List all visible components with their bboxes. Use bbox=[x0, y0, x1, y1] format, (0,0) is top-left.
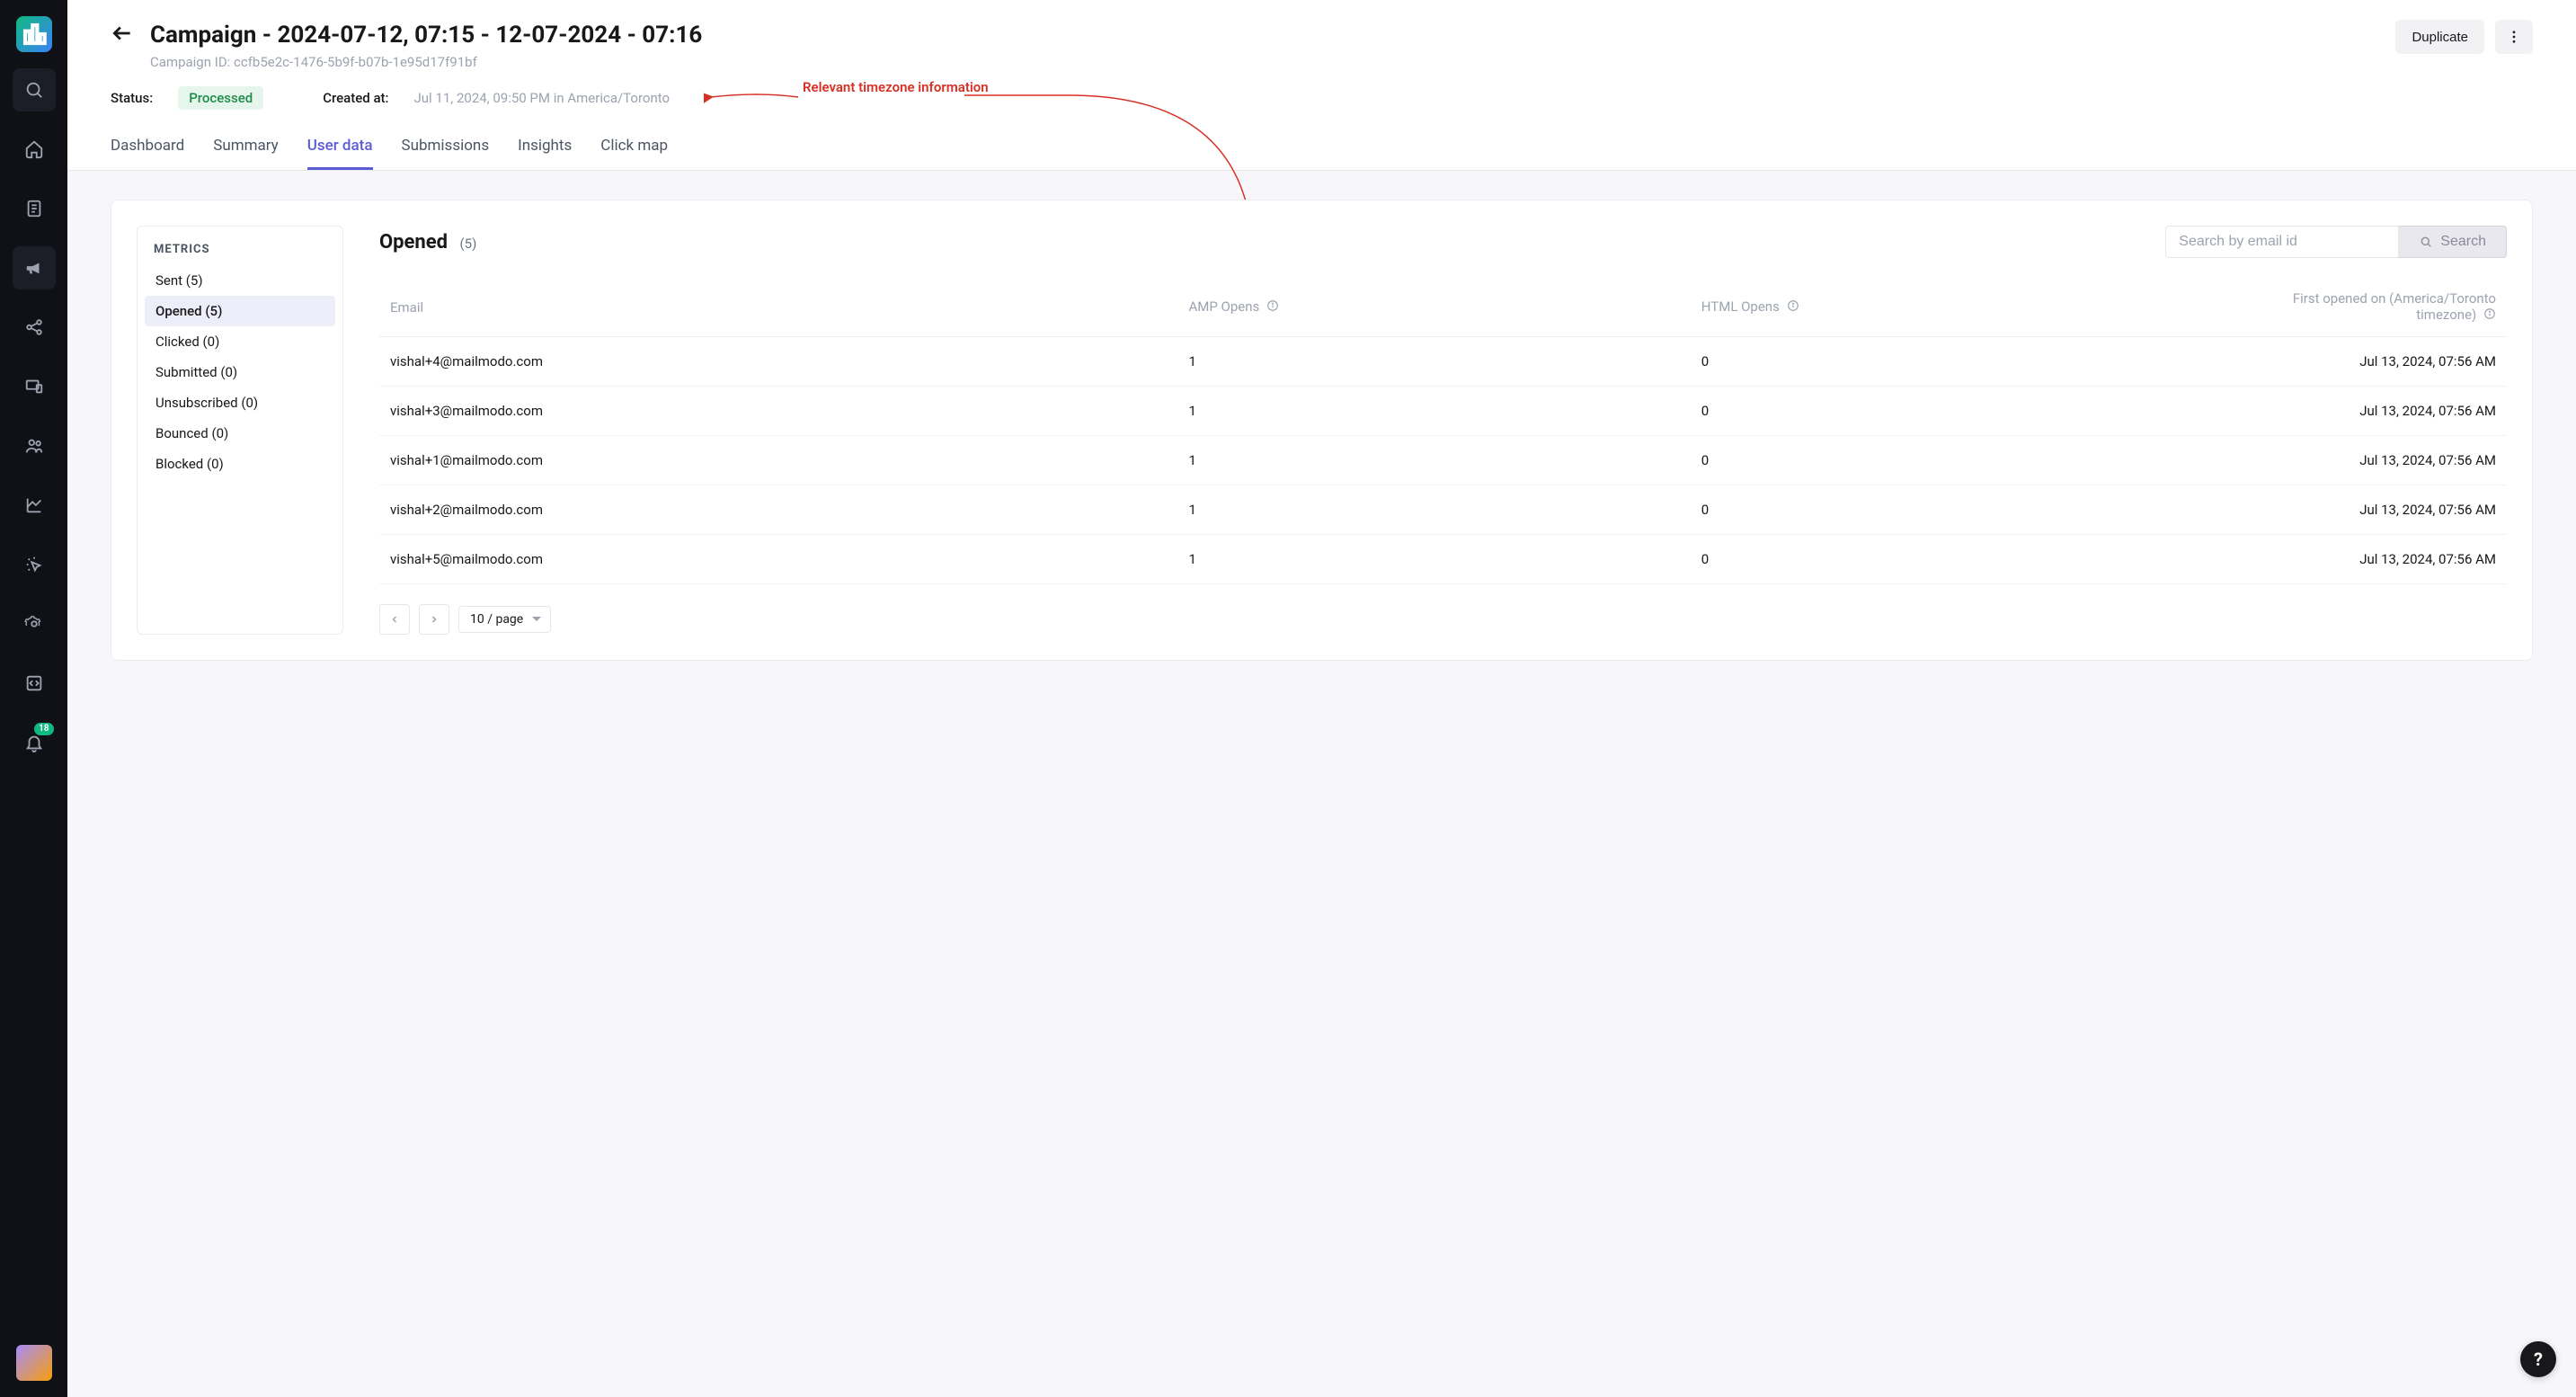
table-row: vishal+4@mailmodo.com10Jul 13, 2024, 07:… bbox=[379, 337, 2507, 387]
campaign-id: Campaign ID: ccfb5e2c-1476-5b9f-b07b-1e9… bbox=[150, 54, 2533, 70]
main: Campaign - 2024-07-12, 07:15 - 12-07-202… bbox=[67, 0, 2576, 1397]
status-badge: Processed bbox=[178, 86, 263, 110]
avatar[interactable] bbox=[16, 1345, 52, 1381]
more-actions-button[interactable] bbox=[2495, 20, 2533, 54]
share-icon[interactable] bbox=[13, 306, 56, 349]
cell-first-opened: Jul 13, 2024, 07:56 AM bbox=[2237, 436, 2507, 485]
tab-click-map[interactable]: Click map bbox=[600, 129, 668, 170]
gear-icon[interactable] bbox=[13, 602, 56, 645]
metrics-panel: METRICS Sent (5)Opened (5)Clicked (0)Sub… bbox=[137, 226, 343, 635]
megaphone-icon[interactable] bbox=[13, 246, 56, 289]
info-icon[interactable] bbox=[2483, 307, 2496, 324]
cell-first-opened: Jul 13, 2024, 07:56 AM bbox=[2237, 485, 2507, 535]
device-icon[interactable] bbox=[13, 365, 56, 408]
cell-html: 0 bbox=[1691, 387, 2237, 436]
metric-item[interactable]: Blocked (0) bbox=[145, 449, 335, 479]
col-html-opens: HTML Opens bbox=[1691, 278, 2237, 337]
annotation-arrow-left bbox=[704, 88, 803, 106]
page-size-select[interactable]: 10 / page bbox=[458, 606, 551, 633]
cell-amp: 1 bbox=[1177, 535, 1690, 584]
cell-email: vishal+5@mailmodo.com bbox=[379, 535, 1177, 584]
metric-item[interactable]: Sent (5) bbox=[145, 265, 335, 296]
cell-email: vishal+2@mailmodo.com bbox=[379, 485, 1177, 535]
annotation-text: Relevant timezone information bbox=[803, 79, 989, 95]
help-button[interactable]: ? bbox=[2520, 1341, 2556, 1377]
status-label: Status: bbox=[111, 90, 153, 106]
notifications-badge: 18 bbox=[34, 723, 53, 735]
cell-amp: 1 bbox=[1177, 436, 1690, 485]
metric-item[interactable]: Unsubscribed (0) bbox=[145, 387, 335, 418]
col-amp-opens: AMP Opens bbox=[1177, 278, 1690, 337]
metric-item[interactable]: Bounced (0) bbox=[145, 418, 335, 449]
cell-html: 0 bbox=[1691, 436, 2237, 485]
duplicate-button[interactable]: Duplicate bbox=[2395, 20, 2484, 54]
created-at-label: Created at: bbox=[323, 90, 388, 106]
cursor-click-icon[interactable] bbox=[13, 543, 56, 586]
content: METRICS Sent (5)Opened (5)Clicked (0)Sub… bbox=[67, 171, 2576, 1397]
table-title: Opened (5) bbox=[379, 231, 476, 254]
page-title: Campaign - 2024-07-12, 07:15 - 12-07-202… bbox=[150, 22, 702, 49]
metric-item[interactable]: Submitted (0) bbox=[145, 357, 335, 387]
document-icon[interactable] bbox=[13, 187, 56, 230]
search-input[interactable] bbox=[2165, 226, 2399, 258]
left-rail: 18 bbox=[0, 0, 67, 1397]
cell-amp: 1 bbox=[1177, 337, 1690, 387]
table-row: vishal+2@mailmodo.com10Jul 13, 2024, 07:… bbox=[379, 485, 2507, 535]
table-row: vishal+3@mailmodo.com10Jul 13, 2024, 07:… bbox=[379, 387, 2507, 436]
table-count: (5) bbox=[460, 236, 477, 252]
metric-item[interactable]: Clicked (0) bbox=[145, 326, 335, 357]
cell-first-opened: Jul 13, 2024, 07:56 AM bbox=[2237, 337, 2507, 387]
opened-table: Email AMP Opens HTML Opens First opened … bbox=[379, 278, 2507, 584]
bell-icon[interactable]: 18 bbox=[13, 721, 56, 764]
cell-html: 0 bbox=[1691, 337, 2237, 387]
cell-html: 0 bbox=[1691, 485, 2237, 535]
meta-row: Status: Processed Created at: Jul 11, 20… bbox=[111, 86, 2576, 110]
cell-first-opened: Jul 13, 2024, 07:56 AM bbox=[2237, 535, 2507, 584]
code-icon[interactable] bbox=[13, 662, 56, 705]
metrics-heading: METRICS bbox=[145, 243, 335, 265]
users-icon[interactable] bbox=[13, 424, 56, 467]
table-area: Opened (5) Search Email bbox=[379, 226, 2507, 635]
tabs: Dashboard Summary User data Submissions Insi… bbox=[67, 119, 2576, 171]
tab-user-data[interactable]: User data bbox=[307, 129, 373, 170]
pagination: 10 / page bbox=[379, 604, 2507, 635]
user-data-card: METRICS Sent (5)Opened (5)Clicked (0)Sub… bbox=[111, 200, 2533, 661]
col-first-opened: First opened on (America/Toronto timezon… bbox=[2237, 278, 2507, 337]
metric-item[interactable]: Opened (5) bbox=[145, 296, 335, 326]
back-arrow-icon[interactable] bbox=[111, 22, 134, 49]
cell-email: vishal+1@mailmodo.com bbox=[379, 436, 1177, 485]
app-logo[interactable] bbox=[16, 16, 52, 52]
cell-email: vishal+3@mailmodo.com bbox=[379, 387, 1177, 436]
tab-summary[interactable]: Summary bbox=[213, 129, 278, 170]
cell-amp: 1 bbox=[1177, 485, 1690, 535]
cell-first-opened: Jul 13, 2024, 07:56 AM bbox=[2237, 387, 2507, 436]
info-icon[interactable] bbox=[1787, 299, 1799, 316]
home-icon[interactable] bbox=[13, 128, 56, 171]
tab-insights[interactable]: Insights bbox=[518, 129, 572, 170]
info-icon[interactable] bbox=[1266, 299, 1279, 316]
col-email: Email bbox=[379, 278, 1177, 337]
cell-amp: 1 bbox=[1177, 387, 1690, 436]
tab-dashboard[interactable]: Dashboard bbox=[111, 129, 184, 170]
tab-submissions[interactable]: Submissions bbox=[402, 129, 490, 170]
prev-page-button[interactable] bbox=[379, 604, 410, 635]
created-at-value: Jul 11, 2024, 09:50 PM in America/Toront… bbox=[414, 90, 671, 106]
search-button[interactable]: Search bbox=[2399, 226, 2507, 258]
search-icon[interactable] bbox=[13, 68, 56, 111]
next-page-button[interactable] bbox=[419, 604, 449, 635]
cell-email: vishal+4@mailmodo.com bbox=[379, 337, 1177, 387]
table-row: vishal+1@mailmodo.com10Jul 13, 2024, 07:… bbox=[379, 436, 2507, 485]
cell-html: 0 bbox=[1691, 535, 2237, 584]
chart-icon[interactable] bbox=[13, 484, 56, 527]
page-header: Campaign - 2024-07-12, 07:15 - 12-07-202… bbox=[67, 0, 2576, 70]
table-row: vishal+5@mailmodo.com10Jul 13, 2024, 07:… bbox=[379, 535, 2507, 584]
